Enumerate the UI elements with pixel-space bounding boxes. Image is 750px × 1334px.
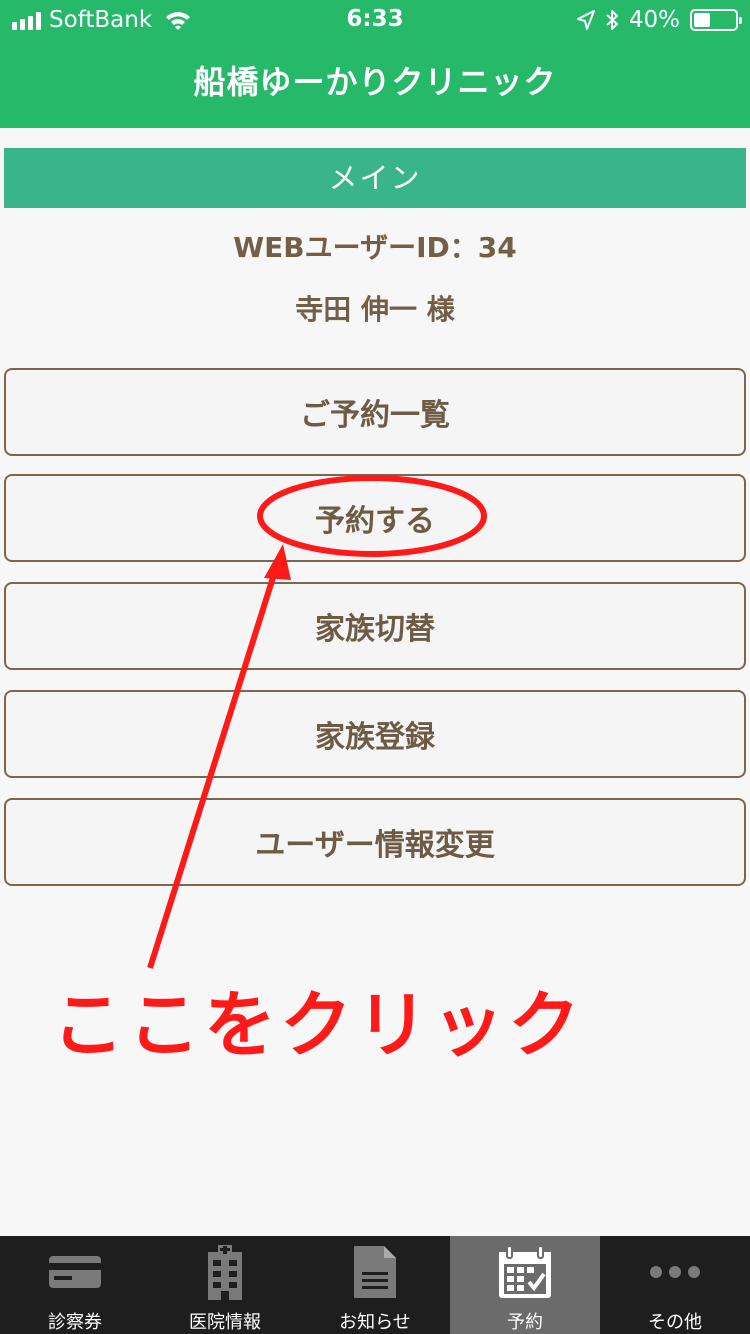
tab-news[interactable]: お知らせ [300,1236,450,1334]
tab-label: 予約 [507,1312,543,1333]
battery-percent: 40% [628,7,680,33]
battery-level [694,13,710,27]
tab-label: 診察券 [48,1312,102,1333]
register-family-button[interactable]: 家族登録 [4,690,746,778]
calendar-icon [496,1244,554,1300]
change-user-info-button[interactable]: ユーザー情報変更 [4,798,746,886]
page-title: 船橋ゆーかりクリニック [193,63,557,101]
tab-other[interactable]: その他 [600,1236,750,1334]
annotation-text: ここをクリック [52,983,585,1067]
tab-reservation[interactable]: 予約 [450,1236,600,1334]
tab-bar: 診察券 医院情報 お知らせ 予約 その他 [0,1236,750,1334]
more-icon [649,1244,701,1300]
status-bar: SoftBank 6:33 40% [0,0,750,40]
section-header: メイン [4,148,746,208]
status-right: 40% [576,6,742,34]
document-icon [352,1244,398,1300]
user-name: 寺田 伸一 様 [295,293,455,326]
tab-label: その他 [648,1312,702,1333]
tab-label: 医院情報 [189,1312,261,1333]
reservation-list-button[interactable]: ご予約一覧 [4,368,746,456]
card-icon [48,1244,102,1300]
make-reservation-button[interactable]: 予約する [4,474,746,562]
web-user-id: WEBユーザーID：34 [233,231,517,264]
location-arrow-icon [576,10,595,30]
tab-clinic-info[interactable]: 医院情報 [150,1236,300,1334]
tab-patient-card[interactable]: 診察券 [0,1236,150,1334]
bluetooth-icon [606,10,618,30]
nav-bar: 船橋ゆーかりクリニック [0,40,750,128]
switch-family-button[interactable]: 家族切替 [4,582,746,670]
battery-icon [690,9,742,31]
tab-label: お知らせ [339,1312,411,1333]
building-icon [204,1244,246,1300]
